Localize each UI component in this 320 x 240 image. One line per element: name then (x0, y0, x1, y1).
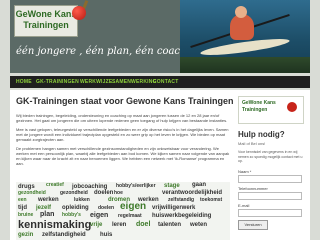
cloud-word: doel (136, 221, 151, 228)
cloud-word: creatief (46, 182, 64, 188)
photo-person-head (235, 6, 247, 18)
help-subtitle: Mail of Bel ons! (238, 141, 266, 146)
send-button[interactable]: Versturen (238, 219, 268, 230)
ball-icon (72, 6, 86, 20)
cloud-word: opleiding (62, 205, 89, 211)
cloud-word: weten (190, 222, 208, 228)
tagline: één jongere , één plan, één coach (16, 46, 187, 57)
help-title: Hulp nodig? (238, 130, 285, 139)
cloud-word: een (18, 197, 27, 203)
cloud-word: tijd (18, 205, 27, 211)
cloud-word: hobby's (62, 212, 81, 218)
sidebar: GeWone Kans Trainingen Hulp nodig? Mail … (238, 96, 304, 230)
cloud-word: toekomst (200, 197, 223, 203)
email-label: E-mail (238, 202, 250, 208)
cloud-word: doelen (98, 205, 115, 211)
nav-werkwijze[interactable]: WERKWIJZE (80, 76, 112, 88)
cloud-word: huis (100, 232, 113, 238)
page: GeWone Kans Trainingen één jongere , één… (0, 0, 320, 240)
cloud-word: plan (40, 211, 55, 218)
logo-text-line1: GeWone Kans (15, 9, 77, 19)
site-header: GeWone Kans Trainingen één jongere , één… (10, 0, 310, 73)
phone-label: Telefoonnummer (238, 185, 268, 191)
cloud-word: verantwoordelijkheid (162, 190, 223, 196)
nav-gk-trainingen[interactable]: GK-TRAININGEN (36, 76, 79, 88)
main-column: GK-Trainingen staat voor Gewone Kans Tra… (16, 96, 234, 170)
cloud-word: vrije (90, 222, 103, 228)
cloud-word: gezondheid (18, 190, 46, 196)
header-photo-kayaker (180, 0, 310, 73)
photo-shore (180, 57, 310, 73)
cloud-word: regelmaat (118, 213, 142, 219)
nav-contact[interactable]: CONTACT (153, 76, 178, 88)
main-nav: HOME GK-TRAININGEN WERKWIJZE SAMENWERKIN… (10, 76, 310, 88)
nav-home[interactable]: HOME (16, 76, 32, 88)
sidebar-logo-line1: GeWone Kans (242, 100, 276, 106)
nav-samenwerking[interactable]: SAMENWERKING (112, 76, 157, 88)
content-area: GK-Trainingen staat voor Gewone Kans Tra… (10, 90, 310, 240)
cloud-word: stage (164, 183, 180, 189)
cloud-word: zelfstandigheid (42, 232, 86, 238)
cloud-word: lukken (74, 197, 90, 203)
cloud-word: talenten (158, 222, 182, 228)
help-body: Voor kennisdel van gegevens in en wij ne… (238, 150, 303, 163)
ball-icon (287, 102, 297, 112)
cloud-word: kennismaking (18, 219, 92, 231)
email-field[interactable] (238, 208, 302, 217)
cloud-word: huiswerkbegeleiding (152, 213, 212, 219)
name-field[interactable] (238, 174, 302, 183)
cloud-word: gezondheid (60, 190, 88, 196)
cloud-word: hobby's/eerlijker (116, 183, 156, 189)
name-label: Naam * (238, 168, 252, 174)
intro-paragraph-2: Mee is vast gelopen, teleurgesteld op ve… (16, 127, 229, 142)
page-title: GK-Trainingen staat voor Gewone Kans Tra… (16, 96, 234, 106)
cloud-word: bruine (18, 212, 34, 218)
cloud-word: gezin (18, 232, 34, 238)
intro-paragraph-3: De problemen hangen samen met verschille… (16, 146, 230, 166)
sidebar-logo-line2: Trainingen (242, 107, 268, 113)
logo-text-line2: Trainingen (23, 20, 69, 30)
cloud-word: leren (112, 222, 127, 228)
sidebar-logo[interactable]: GeWone Kans Trainingen (238, 96, 304, 124)
cloud-word: werken (38, 197, 59, 203)
phone-field[interactable] (238, 191, 302, 200)
intro-paragraph-1: Wij bieden trainingen, begeleiding, onde… (16, 113, 228, 123)
site-logo[interactable]: GeWone Kans Trainingen (14, 5, 78, 37)
cloud-word: eigen (90, 212, 109, 219)
cloud-word: vrijwilligerwerk (152, 205, 196, 211)
cloud-word: hoe (114, 190, 123, 196)
cloud-word: eigen (120, 201, 147, 212)
cloud-word: gaan (192, 182, 207, 188)
word-cloud: drugs creatief jobcoaching hobby's/eerli… (16, 182, 230, 240)
cloud-word: zelfstandig (168, 197, 195, 203)
cloud-word: doelen (94, 190, 114, 196)
